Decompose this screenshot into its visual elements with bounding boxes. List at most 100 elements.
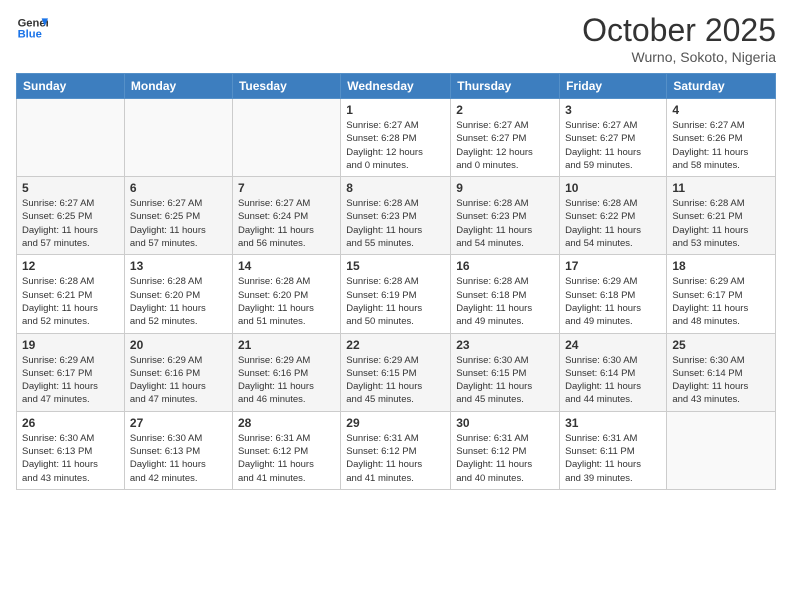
day-number: 26 (22, 416, 119, 430)
calendar-cell: 26 Sunrise: 6:30 AM Sunset: 6:13 PM Dayli… (17, 411, 125, 489)
day-number: 17 (565, 259, 661, 273)
calendar-cell: 3 Sunrise: 6:27 AM Sunset: 6:27 PM Daylig… (560, 99, 667, 177)
day-info: Sunrise: 6:27 AM Sunset: 6:27 PM Dayligh… (456, 119, 554, 172)
calendar-cell: 29Sunrise: 6:31 AM Sunset: 6:12 PM Dayli… (341, 411, 451, 489)
calendar-cell: 9 Sunrise: 6:28 AM Sunset: 6:23 PM Daylig… (451, 177, 560, 255)
day-info: Sunrise: 6:28 AM Sunset: 6:21 PM Dayligh… (672, 197, 770, 250)
calendar-cell: 15 Sunrise: 6:28 AM Sunset: 6:19 PM Dayli… (341, 255, 451, 333)
day-info: Sunrise: 6:30 AM Sunset: 6:14 PM Dayligh… (565, 354, 661, 407)
day-number: 15 (346, 259, 445, 273)
day-info: Sunrise: 6:27 AM Sunset: 6:27 PM Dayligh… (565, 119, 661, 172)
calendar-cell: 28Sunrise: 6:31 AM Sunset: 6:12 PM Dayli… (232, 411, 340, 489)
calendar-cell: 10 Sunrise: 6:28 AM Sunset: 6:22 PM Dayli… (560, 177, 667, 255)
day-info: Sunrise: 6:30 AM Sunset: 6:15 PM Dayligh… (456, 354, 554, 407)
day-info: Sunrise: 6:29 AM Sunset: 6:15 PM Dayligh… (346, 354, 445, 407)
logo: General Blue (16, 12, 48, 44)
calendar-cell: 19 Sunrise: 6:29 AM Sunset: 6:17 PM Dayli… (17, 333, 125, 411)
day-info: Sunrise: 6:30 AM Sunset: 6:13 PM Dayligh… (130, 432, 227, 485)
calendar-cell (17, 99, 125, 177)
calendar-cell: 30Sunrise: 6:31 AM Sunset: 6:12 PM Dayli… (451, 411, 560, 489)
calendar-cell: 20 Sunrise: 6:29 AM Sunset: 6:16 PM Dayli… (124, 333, 232, 411)
weekday-header-sunday: Sunday (17, 74, 125, 99)
day-number: 21 (238, 338, 335, 352)
page: General Blue October 2025 Wurno, Sokoto,… (0, 0, 792, 612)
day-number: 31 (565, 416, 661, 430)
calendar-cell: 5 Sunrise: 6:27 AM Sunset: 6:25 PM Daylig… (17, 177, 125, 255)
day-number: 7 (238, 181, 335, 195)
week-row-2: 5 Sunrise: 6:27 AM Sunset: 6:25 PM Daylig… (17, 177, 776, 255)
day-info: Sunrise: 6:29 AM Sunset: 6:16 PM Dayligh… (130, 354, 227, 407)
day-number: 20 (130, 338, 227, 352)
day-info: Sunrise: 6:28 AM Sunset: 6:22 PM Dayligh… (565, 197, 661, 250)
day-info: Sunrise: 6:29 AM Sunset: 6:17 PM Dayligh… (22, 354, 119, 407)
day-number: 9 (456, 181, 554, 195)
day-number: 4 (672, 103, 770, 117)
weekday-header-row: SundayMondayTuesdayWednesdayThursdayFrid… (17, 74, 776, 99)
day-number: 8 (346, 181, 445, 195)
calendar-cell: 16Sunrise: 6:28 AM Sunset: 6:18 PM Dayli… (451, 255, 560, 333)
calendar-cell: 23Sunrise: 6:30 AM Sunset: 6:15 PM Dayli… (451, 333, 560, 411)
week-row-4: 19 Sunrise: 6:29 AM Sunset: 6:17 PM Dayli… (17, 333, 776, 411)
calendar-cell: 14 Sunrise: 6:28 AM Sunset: 6:20 PM Dayli… (232, 255, 340, 333)
day-number: 24 (565, 338, 661, 352)
day-number: 6 (130, 181, 227, 195)
day-info: Sunrise: 6:27 AM Sunset: 6:24 PM Dayligh… (238, 197, 335, 250)
day-info: Sunrise: 6:28 AM Sunset: 6:18 PM Dayligh… (456, 275, 554, 328)
day-info: Sunrise: 6:27 AM Sunset: 6:28 PM Dayligh… (346, 119, 445, 172)
calendar-cell (232, 99, 340, 177)
day-number: 19 (22, 338, 119, 352)
calendar-cell: 17Sunrise: 6:29 AM Sunset: 6:18 PM Dayli… (560, 255, 667, 333)
day-info: Sunrise: 6:30 AM Sunset: 6:13 PM Dayligh… (22, 432, 119, 485)
calendar-cell (124, 99, 232, 177)
weekday-header-monday: Monday (124, 74, 232, 99)
calendar-cell: 18Sunrise: 6:29 AM Sunset: 6:17 PM Dayli… (667, 255, 776, 333)
day-info: Sunrise: 6:30 AM Sunset: 6:14 PM Dayligh… (672, 354, 770, 407)
weekday-header-friday: Friday (560, 74, 667, 99)
day-info: Sunrise: 6:28 AM Sunset: 6:19 PM Dayligh… (346, 275, 445, 328)
week-row-3: 12Sunrise: 6:28 AM Sunset: 6:21 PM Dayli… (17, 255, 776, 333)
day-info: Sunrise: 6:28 AM Sunset: 6:23 PM Dayligh… (346, 197, 445, 250)
calendar-cell: 13Sunrise: 6:28 AM Sunset: 6:20 PM Dayli… (124, 255, 232, 333)
day-info: Sunrise: 6:27 AM Sunset: 6:26 PM Dayligh… (672, 119, 770, 172)
calendar-cell: 12Sunrise: 6:28 AM Sunset: 6:21 PM Dayli… (17, 255, 125, 333)
calendar-cell (667, 411, 776, 489)
calendar-cell: 24 Sunrise: 6:30 AM Sunset: 6:14 PM Dayli… (560, 333, 667, 411)
calendar-cell: 21Sunrise: 6:29 AM Sunset: 6:16 PM Dayli… (232, 333, 340, 411)
day-number: 14 (238, 259, 335, 273)
calendar-cell: 11 Sunrise: 6:28 AM Sunset: 6:21 PM Dayli… (667, 177, 776, 255)
month-title: October 2025 (582, 12, 776, 49)
day-number: 22 (346, 338, 445, 352)
title-block: October 2025 Wurno, Sokoto, Nigeria (582, 12, 776, 65)
day-info: Sunrise: 6:31 AM Sunset: 6:12 PM Dayligh… (346, 432, 445, 485)
calendar-cell: 27 Sunrise: 6:30 AM Sunset: 6:13 PM Dayli… (124, 411, 232, 489)
calendar-cell: 25 Sunrise: 6:30 AM Sunset: 6:14 PM Dayli… (667, 333, 776, 411)
day-number: 27 (130, 416, 227, 430)
day-number: 25 (672, 338, 770, 352)
week-row-1: 1 Sunrise: 6:27 AM Sunset: 6:28 PM Daylig… (17, 99, 776, 177)
day-number: 2 (456, 103, 554, 117)
calendar: SundayMondayTuesdayWednesdayThursdayFrid… (16, 73, 776, 490)
calendar-cell: 22 Sunrise: 6:29 AM Sunset: 6:15 PM Dayli… (341, 333, 451, 411)
logo-icon: General Blue (16, 12, 48, 44)
day-info: Sunrise: 6:28 AM Sunset: 6:20 PM Dayligh… (238, 275, 335, 328)
day-number: 1 (346, 103, 445, 117)
svg-text:Blue: Blue (18, 29, 42, 41)
day-number: 3 (565, 103, 661, 117)
day-info: Sunrise: 6:28 AM Sunset: 6:23 PM Dayligh… (456, 197, 554, 250)
calendar-cell: 31Sunrise: 6:31 AM Sunset: 6:11 PM Dayli… (560, 411, 667, 489)
calendar-cell: 8 Sunrise: 6:28 AM Sunset: 6:23 PM Daylig… (341, 177, 451, 255)
day-number: 10 (565, 181, 661, 195)
day-info: Sunrise: 6:31 AM Sunset: 6:12 PM Dayligh… (456, 432, 554, 485)
calendar-cell: 6Sunrise: 6:27 AM Sunset: 6:25 PM Daylig… (124, 177, 232, 255)
location: Wurno, Sokoto, Nigeria (582, 49, 776, 65)
weekday-header-saturday: Saturday (667, 74, 776, 99)
calendar-cell: 2 Sunrise: 6:27 AM Sunset: 6:27 PM Daylig… (451, 99, 560, 177)
day-number: 5 (22, 181, 119, 195)
day-info: Sunrise: 6:27 AM Sunset: 6:25 PM Dayligh… (22, 197, 119, 250)
day-number: 11 (672, 181, 770, 195)
weekday-header-thursday: Thursday (451, 74, 560, 99)
calendar-cell: 4 Sunrise: 6:27 AM Sunset: 6:26 PM Daylig… (667, 99, 776, 177)
week-row-5: 26 Sunrise: 6:30 AM Sunset: 6:13 PM Dayli… (17, 411, 776, 489)
day-number: 12 (22, 259, 119, 273)
day-info: Sunrise: 6:28 AM Sunset: 6:20 PM Dayligh… (130, 275, 227, 328)
